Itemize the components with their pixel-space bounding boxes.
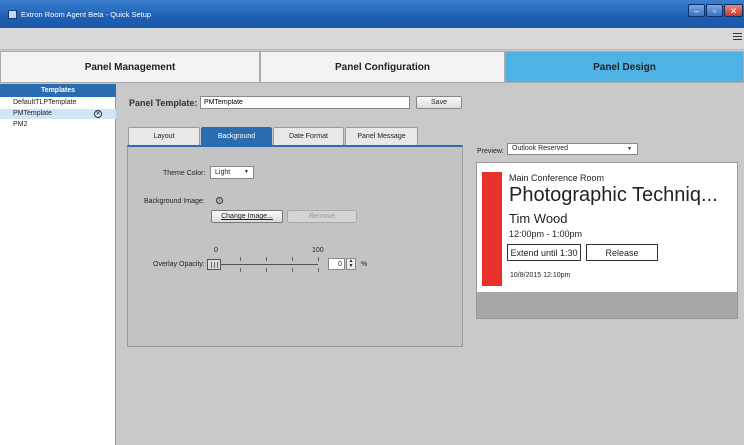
overlay-opacity-label: Overlay Opacity: xyxy=(153,261,205,268)
meeting-time: 12:00pm - 1:00pm xyxy=(509,229,583,239)
change-image-button[interactable]: Change Image... xyxy=(211,210,283,223)
subtab-layout[interactable]: Layout xyxy=(128,127,200,145)
release-button[interactable]: Release xyxy=(586,244,658,261)
theme-color-value: Light xyxy=(215,169,231,176)
slider-tick xyxy=(318,268,319,272)
background-image-label: Background Image: xyxy=(144,198,205,205)
dropdown-arrow-icon: ▼ xyxy=(627,146,632,152)
theme-color-select[interactable]: Light ▼ xyxy=(210,166,254,179)
opacity-unit-label: % xyxy=(361,261,368,268)
slider-tick xyxy=(292,268,293,272)
maximize-button[interactable]: ▫ xyxy=(706,4,723,17)
preview-datetime: 10/8/2015 12:10pm xyxy=(510,272,571,279)
templates-sidebar xyxy=(0,84,116,445)
app-icon xyxy=(8,10,17,19)
status-color-bar xyxy=(482,172,502,286)
subtab-background[interactable]: Background xyxy=(201,127,272,145)
preview-select[interactable]: Outlook Reserved ▼ xyxy=(507,143,638,155)
minimize-button[interactable]: – xyxy=(688,4,705,17)
opacity-value-input[interactable]: 0 xyxy=(328,258,345,270)
stepper-down-icon[interactable]: ▼ xyxy=(347,264,355,269)
extend-meeting-button[interactable]: Extend until 1:30 xyxy=(507,244,581,261)
slider-tick xyxy=(240,257,241,261)
slider-tick xyxy=(240,268,241,272)
dropdown-arrow-icon: ▼ xyxy=(244,169,249,175)
template-item-defaulttlptemplate[interactable]: DefaultTLPTemplate xyxy=(0,98,116,108)
tab-panel-management[interactable]: Panel Management xyxy=(0,51,260,83)
slider-min-label: 0 xyxy=(214,247,218,254)
subtab-date-format[interactable]: Date Format xyxy=(273,127,344,145)
subtab-panel-message[interactable]: Panel Message xyxy=(345,127,418,145)
opacity-slider-track[interactable] xyxy=(214,264,318,265)
meeting-title: Photographic Techniq... xyxy=(509,184,718,206)
info-icon[interactable]: i xyxy=(216,197,223,204)
meeting-organizer: Tim Wood xyxy=(509,211,568,226)
slider-tick xyxy=(292,257,293,261)
tab-panel-design[interactable]: Panel Design xyxy=(505,51,744,83)
preview-footer xyxy=(477,292,737,318)
menu-bar xyxy=(0,28,744,50)
window-title: Extron Room Agent Beta - Quick Setup xyxy=(21,10,152,19)
close-button[interactable]: ✕ xyxy=(724,4,743,17)
opacity-slider-thumb[interactable] xyxy=(207,259,221,270)
panel-template-label: Panel Template: xyxy=(129,98,198,108)
save-button[interactable]: Save xyxy=(416,96,462,109)
slider-tick xyxy=(318,257,319,261)
theme-color-label: Theme Color: xyxy=(163,170,206,177)
hamburger-menu-icon[interactable] xyxy=(733,33,742,42)
slider-max-label: 100 xyxy=(312,247,324,254)
templates-header: Templates xyxy=(0,84,116,97)
room-name: Main Conference Room xyxy=(509,173,605,183)
slider-tick xyxy=(266,257,267,261)
preview-label: Preview: xyxy=(477,148,504,155)
template-item-pm2[interactable]: PM2 xyxy=(0,120,116,130)
panel-template-input[interactable] xyxy=(200,96,410,109)
remove-image-button[interactable]: Remove xyxy=(287,210,357,223)
tab-panel-configuration[interactable]: Panel Configuration xyxy=(260,51,505,83)
remove-template-icon[interactable]: ✕ xyxy=(94,110,102,118)
opacity-stepper[interactable]: ▲ ▼ xyxy=(346,258,356,270)
preview-select-value: Outlook Reserved xyxy=(512,145,569,152)
slider-tick xyxy=(266,268,267,272)
